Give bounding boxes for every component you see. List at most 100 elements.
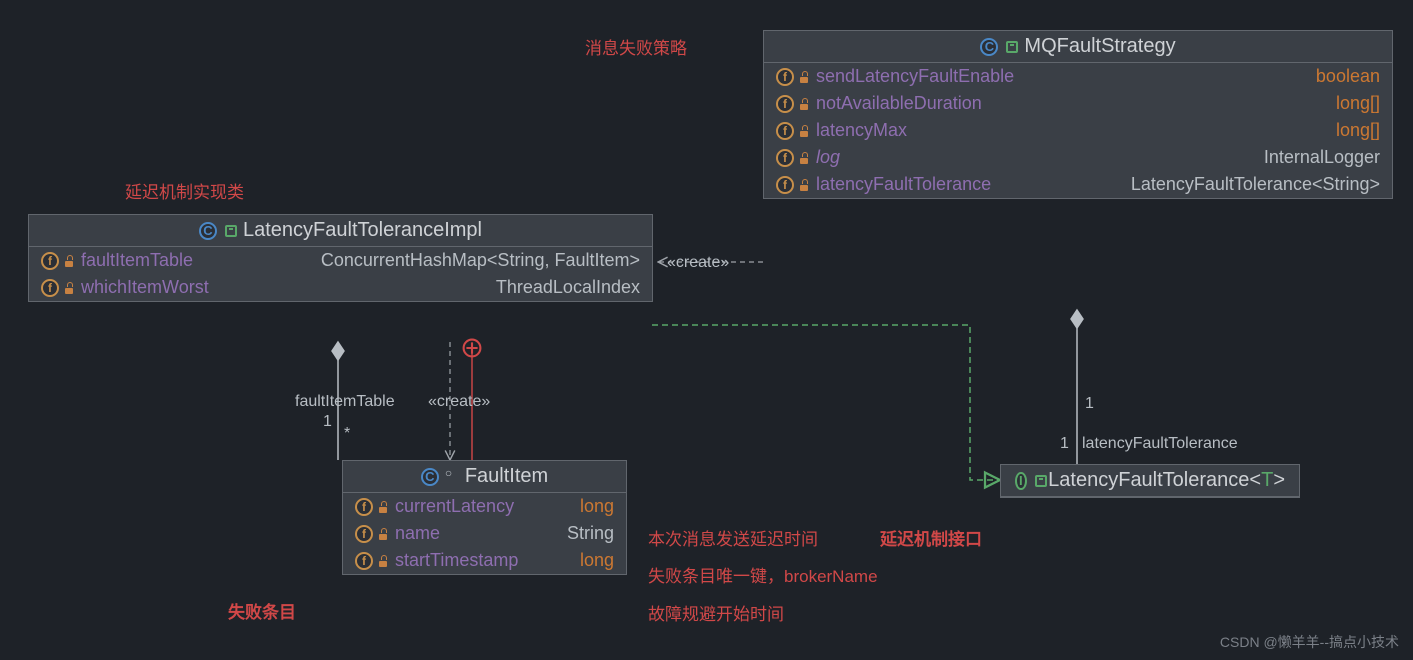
diagram-canvas: 消息失败策略 延迟机制实现类 失败条目 本次消息发送延迟时间 失败条目唯一键，b… [0, 0, 1413, 660]
member-left: f notAvailableDuration [776, 93, 982, 114]
member-name: log [816, 147, 840, 168]
edge-label-create-2: «create» [428, 393, 490, 411]
lock-icon [800, 179, 810, 191]
field-icon: f [776, 176, 794, 194]
member-name: notAvailableDuration [816, 93, 982, 114]
field-icon: f [776, 68, 794, 86]
class-latencyfaulttoleranceimpl[interactable]: C LatencyFaultToleranceImpl f faultItemTa… [28, 214, 653, 302]
interface-header: I LatencyFaultTolerance<T> [1001, 465, 1299, 497]
member-list: f faultItemTable ConcurrentHashMap<String,… [29, 247, 652, 301]
edge-label-one-c: 1 [1060, 435, 1069, 453]
class-mqfaultstrategy[interactable]: C MQFaultStrategy f sendLatencyFaultEnabl… [763, 30, 1393, 199]
class-header: C FaultItem [343, 461, 626, 493]
member-type: long [574, 550, 614, 571]
annotation-current-latency: 本次消息发送延迟时间 [648, 525, 818, 550]
lock-icon [800, 71, 810, 83]
member-type: String [561, 523, 614, 544]
member-left: f log [776, 147, 840, 168]
member-left: f startTimestamp [355, 550, 518, 571]
member-type: long[] [1330, 120, 1380, 141]
member-name: currentLatency [395, 496, 514, 517]
member-left: f sendLatencyFaultEnable [776, 66, 1014, 87]
member-name: startTimestamp [395, 550, 518, 571]
member-type: long [574, 496, 614, 517]
class-icon: C [421, 468, 439, 486]
lock-icon [800, 152, 810, 164]
edge-label-faultitemtable: faultItemTable [295, 393, 395, 411]
edge-label-one-a: 1 [323, 413, 332, 431]
watermark: CSDN @懒羊羊--搞点小技术 [1220, 632, 1399, 652]
member-type: ConcurrentHashMap<String, FaultItem> [315, 250, 640, 271]
member-row: f latencyFaultTolerance LatencyFaultTolera… [764, 171, 1392, 198]
annotation-start-ts: 故障规避开始时间 [648, 600, 784, 625]
interface-icon: I [1015, 472, 1027, 490]
field-icon: f [776, 122, 794, 140]
field-icon: f [355, 552, 373, 570]
member-row: f latencyMax long[] [764, 117, 1392, 144]
member-left: f whichItemWorst [41, 277, 209, 298]
member-row: f notAvailableDuration long[] [764, 90, 1392, 117]
lock-icon [65, 282, 75, 294]
class-faultitem[interactable]: C FaultItem f currentLatency long f name Stri… [342, 460, 627, 575]
field-icon: f [355, 498, 373, 516]
class-header: C MQFaultStrategy [764, 31, 1392, 63]
lock-icon [800, 125, 810, 137]
member-left: f name [355, 523, 440, 544]
member-list: f currentLatency long f name String f startTime… [343, 493, 626, 574]
package-visibility-icon [225, 226, 235, 236]
member-left: f latencyMax [776, 120, 907, 141]
edge-label-one-b: 1 [1085, 395, 1094, 413]
class-header: C LatencyFaultToleranceImpl [29, 215, 652, 247]
member-type: InternalLogger [1258, 147, 1380, 168]
member-row: f log InternalLogger [764, 144, 1392, 171]
visibility-icon [447, 472, 457, 482]
member-name: latencyMax [816, 120, 907, 141]
package-visibility-icon [1006, 42, 1016, 52]
field-icon: f [776, 95, 794, 113]
member-name: faultItemTable [81, 250, 193, 271]
class-title: LatencyFaultToleranceImpl [243, 219, 482, 242]
member-name: latencyFaultTolerance [816, 174, 991, 195]
lock-icon [800, 98, 810, 110]
member-row: f name String [343, 520, 626, 547]
member-left: f currentLatency [355, 496, 514, 517]
member-row: f currentLatency long [343, 493, 626, 520]
member-type: ThreadLocalIndex [490, 277, 640, 298]
field-icon: f [355, 525, 373, 543]
class-icon: C [199, 222, 217, 240]
lock-icon [379, 555, 389, 567]
member-row: f faultItemTable ConcurrentHashMap<String,… [29, 247, 652, 274]
class-icon: C [980, 38, 998, 56]
annotation-impl: 延迟机制实现类 [125, 178, 244, 203]
package-visibility-icon [1035, 476, 1040, 486]
member-row: f sendLatencyFaultEnable boolean [764, 63, 1392, 90]
member-type: long[] [1330, 93, 1380, 114]
member-row: f startTimestamp long [343, 547, 626, 574]
member-type: LatencyFaultTolerance<String> [1125, 174, 1380, 195]
edge-label-create-1: «create» [667, 254, 729, 272]
interface-latencyfaulttolerance[interactable]: I LatencyFaultTolerance<T> [1000, 464, 1300, 498]
member-name: whichItemWorst [81, 277, 209, 298]
member-name: sendLatencyFaultEnable [816, 66, 1014, 87]
annotation-name: 失败条目唯一键，brokerName [648, 562, 878, 587]
member-list: f sendLatencyFaultEnable boolean f notAvaila… [764, 63, 1392, 198]
interface-title: LatencyFaultTolerance<T> [1048, 469, 1285, 492]
annotation-iface: 延迟机制接口 [880, 525, 982, 550]
annotation-msg-fail-strategy: 消息失败策略 [585, 34, 687, 59]
class-title: FaultItem [465, 465, 548, 488]
member-name: name [395, 523, 440, 544]
field-icon: f [41, 252, 59, 270]
class-title: MQFaultStrategy [1024, 35, 1175, 58]
member-type: boolean [1310, 66, 1380, 87]
lock-icon [379, 528, 389, 540]
member-row: f whichItemWorst ThreadLocalIndex [29, 274, 652, 301]
field-icon: f [41, 279, 59, 297]
field-icon: f [776, 149, 794, 167]
edge-label-lft: latencyFaultTolerance [1082, 435, 1238, 453]
lock-icon [65, 255, 75, 267]
lock-icon [379, 501, 389, 513]
annotation-fault-item: 失败条目 [228, 598, 296, 623]
edge-label-star: * [344, 425, 350, 443]
member-left: f latencyFaultTolerance [776, 174, 991, 195]
member-left: f faultItemTable [41, 250, 193, 271]
